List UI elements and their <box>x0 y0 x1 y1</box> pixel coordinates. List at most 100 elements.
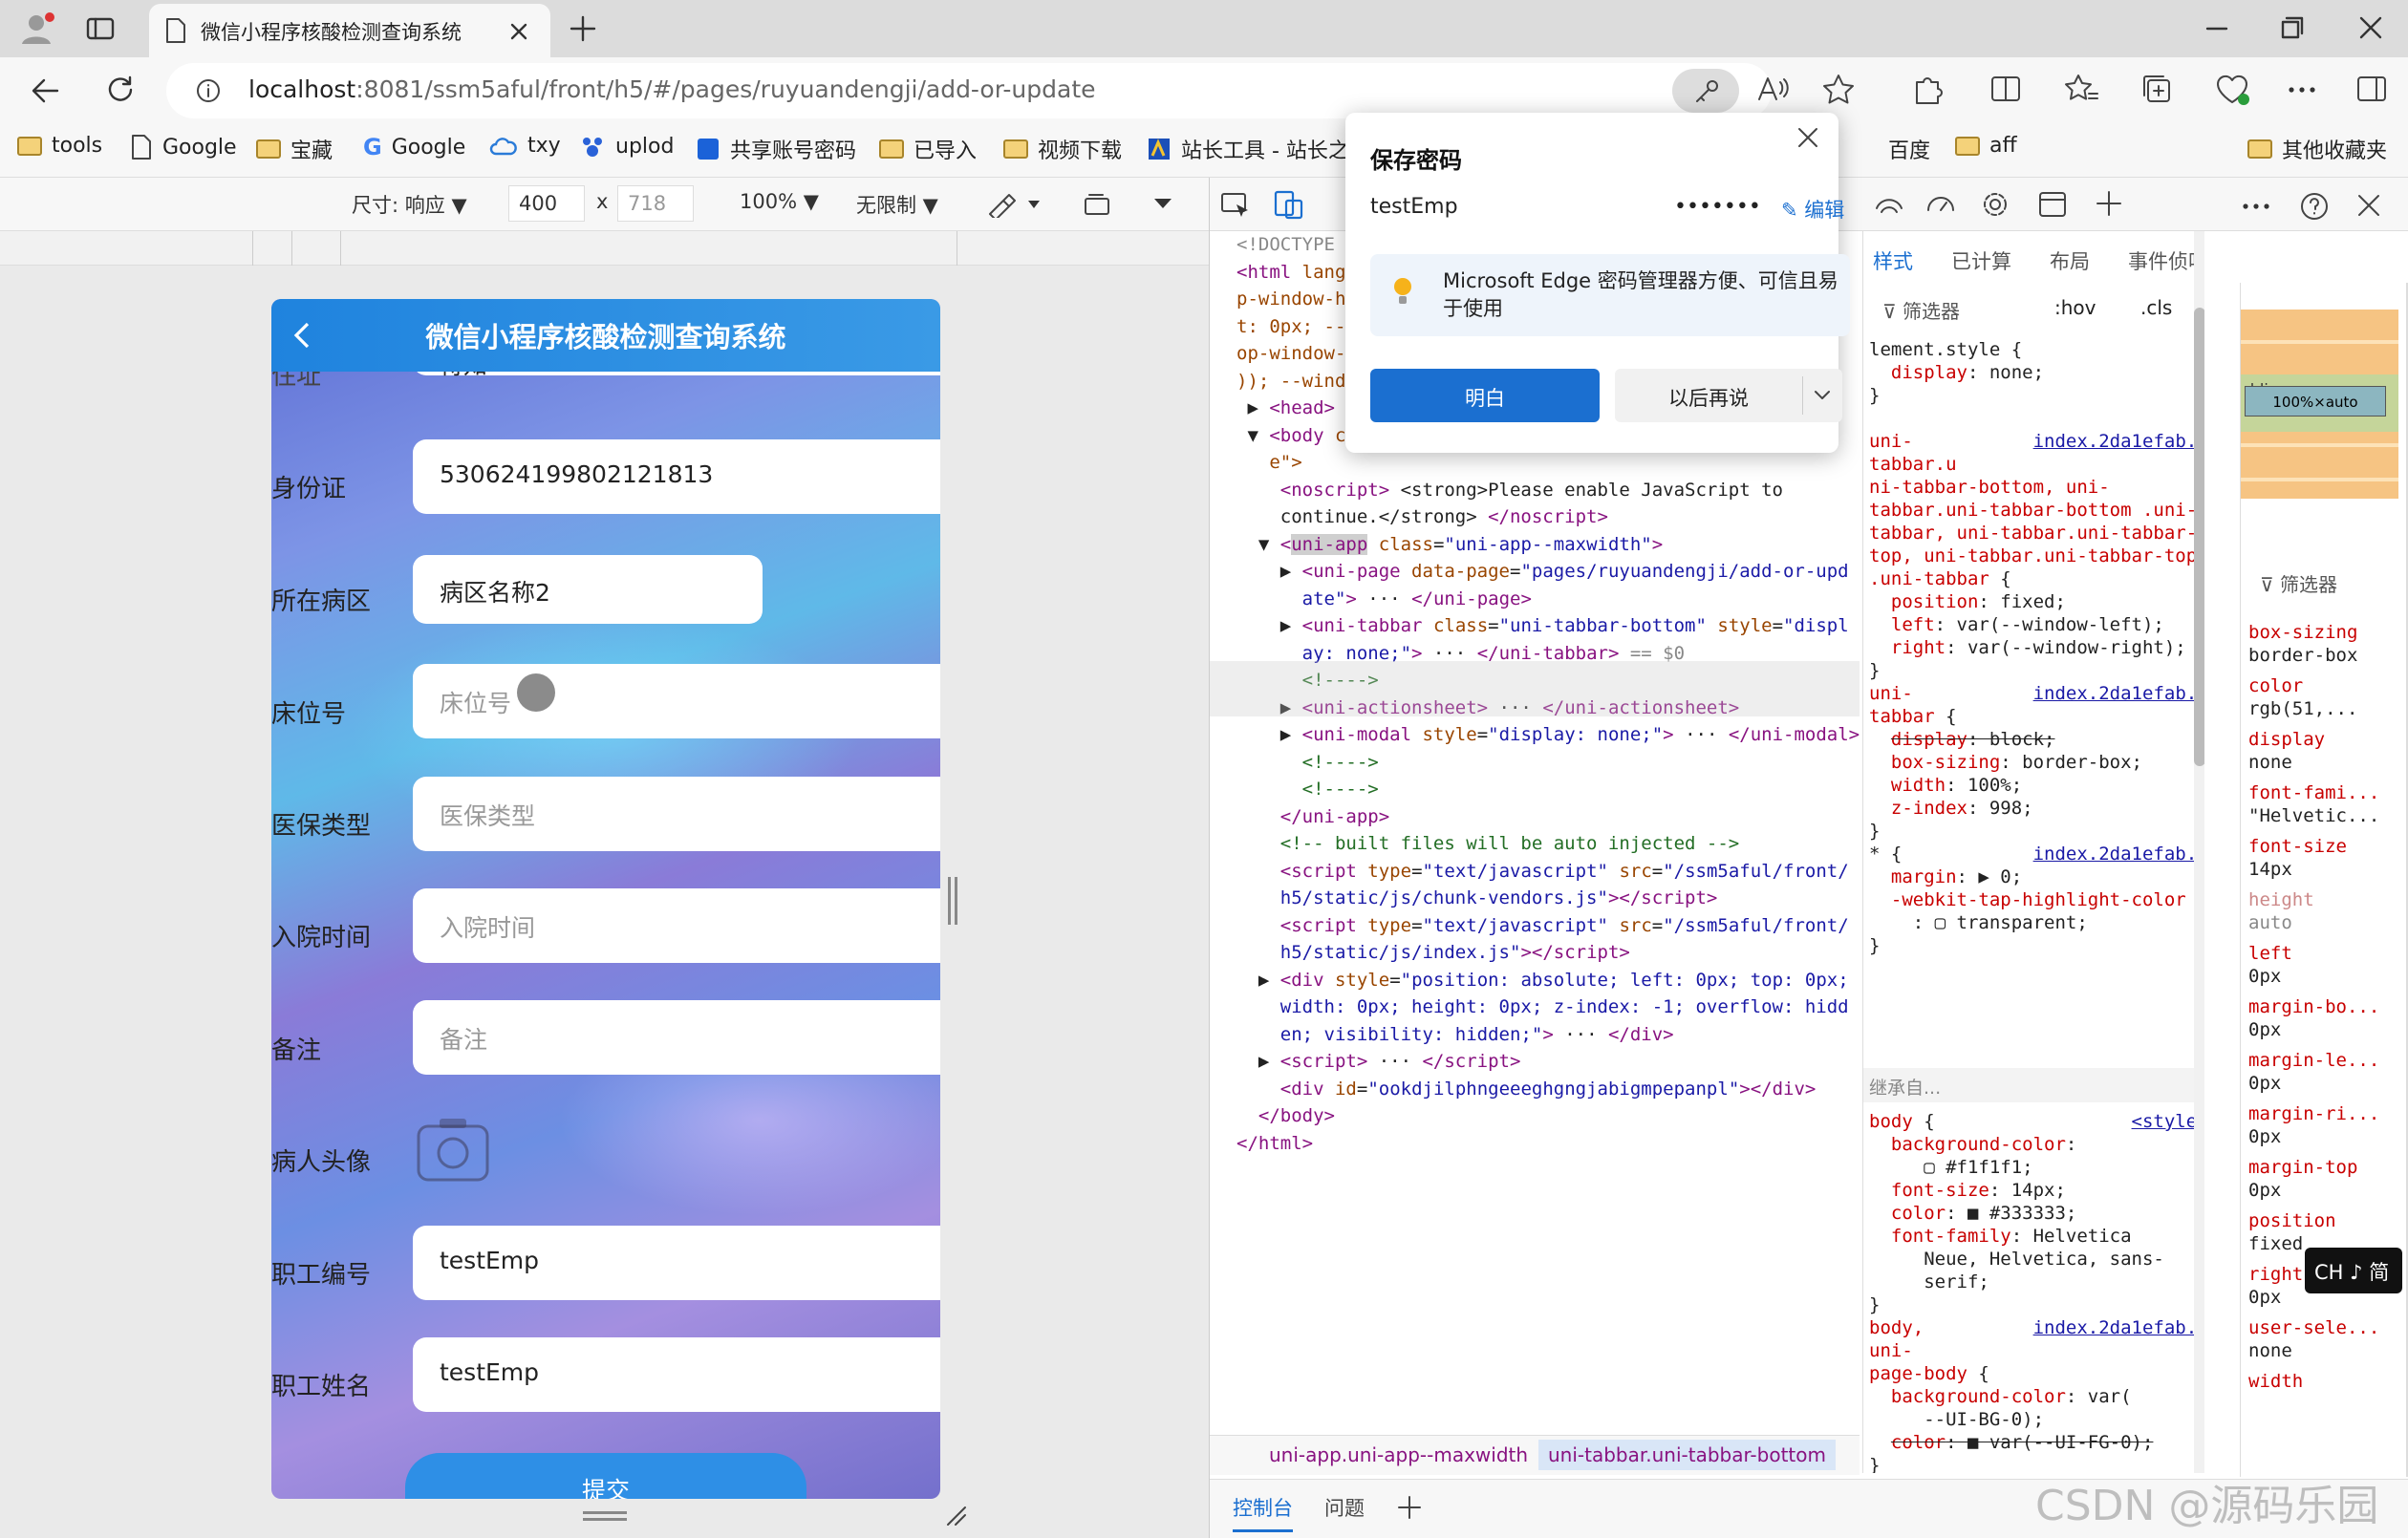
computed-property[interactable]: user-sele... none <box>2248 1316 2379 1362</box>
bookmark-imported[interactable]: 已导入 <box>879 134 977 164</box>
hov-toggle[interactable]: :hov <box>2054 296 2096 319</box>
bookmark-aff[interactable]: aff <box>1955 134 2017 158</box>
tab-layout[interactable]: 布局 <box>2050 246 2090 275</box>
favorites-icon[interactable] <box>2064 73 2098 105</box>
bookmark-uplod[interactable]: uplod <box>579 134 674 159</box>
resize-corner-icon[interactable] <box>944 1504 967 1527</box>
sidebar-toggle-icon[interactable] <box>2356 75 2387 103</box>
back-icon[interactable] <box>31 76 59 105</box>
more-tools-plus-icon[interactable] <box>2095 189 2123 218</box>
computed-property[interactable]: left 0px <box>2248 942 2292 988</box>
submit-button[interactable]: 提交 <box>405 1453 806 1499</box>
bookmark-tools[interactable]: tools <box>17 134 102 158</box>
favorite-star-icon[interactable] <box>1821 73 1856 107</box>
password-key-button[interactable] <box>1672 69 1739 113</box>
computed-property[interactable]: margin-le... 0px <box>2248 1049 2379 1095</box>
performance-icon-dt[interactable] <box>1924 189 1957 220</box>
avatar-upload-icon[interactable] <box>413 1113 493 1186</box>
styles-scrollbar[interactable] <box>2194 231 2204 1473</box>
drawer-tab-console[interactable]: 控制台 <box>1233 1493 1293 1532</box>
collections-icon[interactable] <box>2140 73 2173 105</box>
help-icon[interactable] <box>2299 191 2330 222</box>
more-menu-icon[interactable] <box>2288 86 2316 94</box>
close-devtools-icon[interactable] <box>2356 193 2381 218</box>
bookmark-google[interactable]: Google <box>130 134 237 160</box>
remarks-input[interactable]: 备注 <box>413 1000 940 1075</box>
resize-handle-bottom[interactable] <box>583 1511 627 1521</box>
sensor-icon[interactable] <box>986 191 1043 218</box>
device-width-input[interactable]: 400 <box>508 185 585 222</box>
split-screen-icon[interactable] <box>1989 73 2022 105</box>
bookmark-google-2[interactable]: G Google <box>363 134 465 160</box>
restore-icon[interactable] <box>2280 15 2305 40</box>
computed-property[interactable]: box-sizing border-box <box>2248 621 2357 667</box>
site-info-icon[interactable] <box>195 77 222 104</box>
resize-handle-right[interactable] <box>948 877 957 925</box>
bed-number-input[interactable]: 床位号 <box>413 664 940 738</box>
close-popup-icon[interactable] <box>1796 126 1819 149</box>
other-bookmarks[interactable]: 其他收藏夹 <box>2247 134 2387 164</box>
styles-filter[interactable]: ⊽ 筛选器 <box>1882 296 1960 324</box>
admission-time-input[interactable]: 入院时间 <box>413 888 940 963</box>
breadcrumb-uni-tabbar[interactable]: uni-tabbar.uni-tabbar-bottom <box>1538 1440 1836 1470</box>
read-aloud-icon[interactable] <box>1756 73 1791 107</box>
computed-property[interactable]: margin-top 0px <box>2248 1156 2357 1202</box>
edit-password-link[interactable]: ✎ 编辑 <box>1781 195 1844 224</box>
rotate-icon[interactable] <box>1082 191 1116 218</box>
profile-icon[interactable] <box>17 11 57 46</box>
id-card-input[interactable]: 530624199802121813 <box>413 439 940 514</box>
new-tab-icon[interactable] <box>570 15 596 42</box>
computed-property[interactable]: margin-ri... 0px <box>2248 1102 2379 1148</box>
bookmark-baozang[interactable]: 宝藏 <box>256 134 333 164</box>
application-icon[interactable] <box>2037 189 2068 220</box>
bookmark-video-download[interactable]: 视频下载 <box>1003 134 1122 164</box>
cls-toggle[interactable]: .cls <box>2140 296 2172 319</box>
ward-select[interactable]: 病区名称2 <box>413 555 763 624</box>
computed-property[interactable]: font-size 14px <box>2248 835 2347 881</box>
insurance-type-input[interactable]: 医保类型 <box>413 777 940 851</box>
more-device-options-icon[interactable] <box>1152 197 1173 210</box>
extensions-icon[interactable] <box>1911 73 1944 105</box>
computed-property[interactable]: margin-bo... 0px <box>2248 995 2379 1041</box>
device-size-select[interactable]: 尺寸: 响应 ▼ <box>352 190 467 219</box>
close-window-icon[interactable] <box>2358 15 2383 40</box>
network-conditions-icon[interactable] <box>1873 189 1905 220</box>
minimize-icon[interactable] <box>2205 17 2228 40</box>
computed-property[interactable]: width <box>2248 1370 2303 1393</box>
bookmark-baidu[interactable]: 百度 <box>1888 134 1930 164</box>
chevron-down-icon[interactable] <box>1814 390 1831 401</box>
bookmark-shared-accounts[interactable]: 共享账号密码 <box>696 134 856 164</box>
tab-styles[interactable]: 样式 <box>1873 246 1913 275</box>
ime-indicator[interactable]: CH ♪ 简 <box>2305 1248 2402 1293</box>
computed-property[interactable]: height auto <box>2248 888 2314 934</box>
employee-name-input[interactable]: testEmp <box>413 1337 940 1412</box>
devtools-more-icon[interactable] <box>2242 203 2270 210</box>
employee-id-input[interactable]: testEmp <box>413 1226 940 1300</box>
computed-property[interactable]: display none <box>2248 728 2325 774</box>
settings-gear-icon[interactable] <box>1980 189 2010 220</box>
performance-icon[interactable] <box>2215 73 2251 107</box>
drawer-add-icon[interactable] <box>1397 1495 1422 1520</box>
inspect-element-icon[interactable] <box>1219 191 1252 220</box>
tab-computed[interactable]: 已计算 <box>1951 246 2011 275</box>
computed-filter[interactable]: ⊽ 筛选器 <box>2260 569 2337 597</box>
bookmark-webmaster-tools[interactable]: 站长工具 - 站长之 <box>1147 134 1349 164</box>
bookmark-txy[interactable]: txy <box>489 134 561 158</box>
computed-property[interactable]: font-fami... "Helvetic... <box>2248 781 2379 827</box>
workspaces-icon[interactable] <box>86 15 115 42</box>
browser-tab[interactable]: 微信小程序核酸检测查询系统 <box>149 4 550 57</box>
device-emulation-icon[interactable] <box>1273 189 1305 220</box>
device-height-input[interactable]: 718 <box>617 185 694 222</box>
zoom-select[interactable]: 100% ▼ <box>740 190 819 213</box>
computed-property[interactable]: right 0px <box>2248 1263 2303 1309</box>
not-now-button[interactable]: 以后再说 <box>1615 369 1842 422</box>
drawer-tab-issues[interactable]: 问题 <box>1324 1493 1365 1522</box>
refresh-icon[interactable] <box>105 75 136 105</box>
tab-event-listeners[interactable]: 事件侦听器 <box>2128 246 2204 275</box>
breadcrumb-uni-app[interactable]: uni-app.uni-app--maxwidth <box>1269 1443 1528 1466</box>
throttle-select[interactable]: 无限制 ▼ <box>856 190 938 219</box>
got-it-button[interactable]: 明白 <box>1370 369 1600 422</box>
address-bar[interactable]: localhost:8081/ssm5aful/front/h5/#/pages… <box>166 63 1772 118</box>
close-tab-icon[interactable] <box>508 21 529 42</box>
computed-property[interactable]: color rgb(51,... <box>2248 674 2357 720</box>
